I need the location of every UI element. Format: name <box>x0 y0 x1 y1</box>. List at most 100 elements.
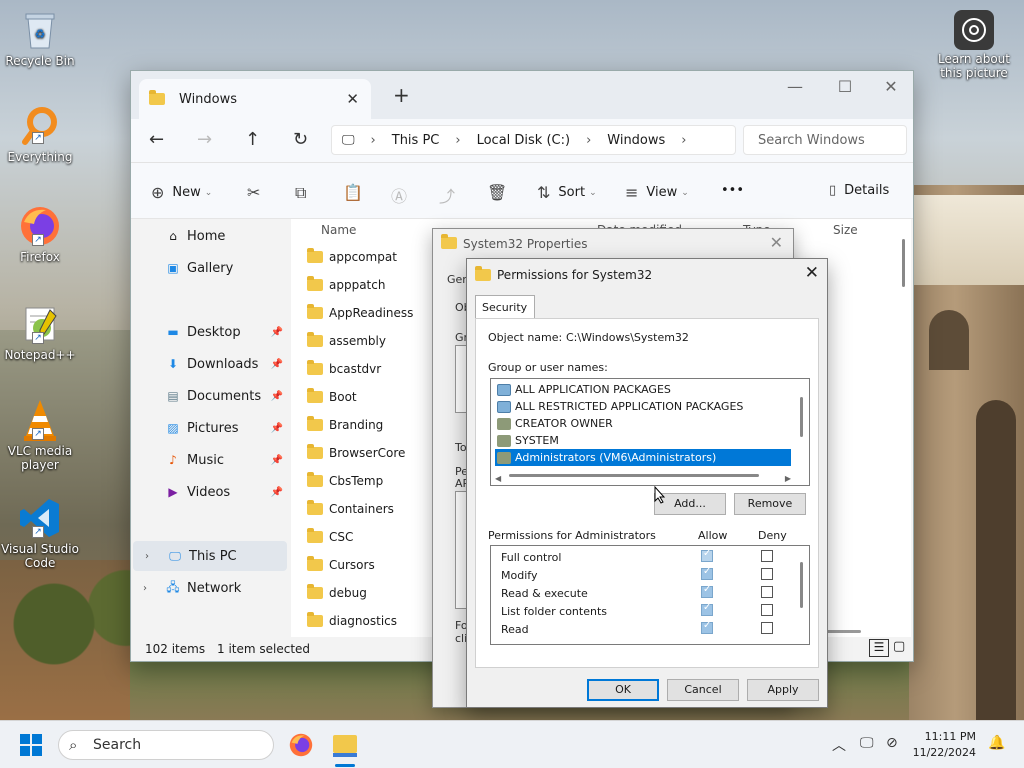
search-input[interactable]: Search Windows <box>743 125 907 155</box>
list-item[interactable]: assembly <box>307 327 386 355</box>
desktop-icon-vscode[interactable]: ↗ Visual Studio Code <box>0 496 80 570</box>
column-header-size[interactable]: Size <box>833 223 858 237</box>
list-item[interactable]: Containers <box>307 495 394 523</box>
sidebar-item-gallery[interactable]: ▣ Gallery <box>131 253 289 283</box>
close-window-button[interactable]: ✕ <box>871 77 911 96</box>
clock[interactable]: 11:11 PM 11/22/2024 <box>904 729 976 761</box>
cancel-button[interactable]: Cancel <box>667 679 739 701</box>
sidebar-item-desktop[interactable]: ▬ Desktop 📌 <box>131 317 289 347</box>
pin-icon[interactable]: 📌 <box>271 327 283 338</box>
network-status-icon[interactable]: ⊘ <box>886 735 898 751</box>
scroll-right-icon[interactable]: ▶ <box>785 474 791 483</box>
desktop-icon-recycle-bin[interactable]: ♻ Recycle Bin <box>0 8 80 68</box>
horizontal-scrollbar[interactable] <box>509 474 759 477</box>
list-item[interactable]: diagnostics <box>307 607 397 635</box>
sidebar-item-network[interactable]: › 🖧 Network <box>131 573 289 603</box>
details-button[interactable]: ▯ Details <box>829 183 889 198</box>
new-button[interactable]: ⊕ New ⌄ <box>151 183 212 202</box>
details-view-icon[interactable]: ☰ <box>869 639 889 657</box>
list-item[interactable]: Branding <box>307 411 383 439</box>
list-item[interactable]: CbsTemp <box>307 467 383 495</box>
deny-checkbox[interactable] <box>761 568 773 580</box>
refresh-button[interactable]: ↻ <box>293 129 308 150</box>
maximize-button[interactable]: ☐ <box>825 77 865 96</box>
list-item-selected[interactable]: Administrators (VM6\Administrators) <box>495 449 791 466</box>
pin-icon[interactable]: 📌 <box>271 423 283 434</box>
taskbar-search-input[interactable]: ⌕ Search <box>58 730 274 760</box>
column-header-name[interactable]: Name <box>321 223 356 237</box>
vertical-scrollbar[interactable] <box>800 562 803 608</box>
view-button[interactable]: ≡ View ⌄ <box>625 183 689 202</box>
sort-button[interactable]: ⇅ Sort ⌄ <box>537 183 597 202</box>
allow-checkbox[interactable] <box>701 620 713 634</box>
start-button[interactable] <box>20 734 42 759</box>
display-icon[interactable]: 🖵 <box>860 735 874 751</box>
forward-button[interactable]: → <box>197 129 212 150</box>
taskbar-file-explorer[interactable] <box>330 731 360 767</box>
chevron-right-icon[interactable]: › <box>143 583 147 594</box>
list-item[interactable]: bcastdvr <box>307 355 381 383</box>
back-button[interactable]: ← <box>149 129 164 150</box>
sidebar-item-pictures[interactable]: ▨ Pictures 📌 <box>131 413 289 443</box>
chevron-right-icon[interactable]: › <box>145 551 149 562</box>
close-icon[interactable]: ✕ <box>770 233 783 252</box>
list-item[interactable]: CREATOR OWNER <box>495 415 791 432</box>
deny-checkbox[interactable] <box>761 586 773 598</box>
sidebar-item-this-pc[interactable]: › 🖵 This PC <box>133 541 287 571</box>
pin-icon[interactable]: 📌 <box>271 487 283 498</box>
vertical-scrollbar[interactable] <box>902 239 905 287</box>
new-tab-button[interactable]: + <box>393 83 410 107</box>
deny-checkbox[interactable] <box>761 604 773 616</box>
breadcrumb-this-pc[interactable]: This PC <box>392 133 440 148</box>
taskbar-firefox[interactable] <box>288 732 314 761</box>
deny-checkbox[interactable] <box>761 550 773 562</box>
list-item[interactable]: CSC <box>307 523 353 551</box>
ok-button[interactable]: OK <box>587 679 659 701</box>
up-button[interactable]: ↑ <box>245 129 260 150</box>
vertical-scrollbar[interactable] <box>800 397 803 437</box>
allow-checkbox[interactable] <box>701 548 713 562</box>
scroll-left-icon[interactable]: ◀ <box>495 474 501 483</box>
close-tab-icon[interactable]: ✕ <box>346 90 359 108</box>
desktop-icon-everything[interactable]: ↗ Everything <box>0 104 80 164</box>
share-button[interactable]: ⤴ <box>439 183 463 207</box>
chevron-up-icon[interactable]: ︿ <box>832 735 846 755</box>
remove-button[interactable]: Remove <box>734 493 806 515</box>
allow-checkbox[interactable] <box>701 566 713 580</box>
list-item[interactable]: SYSTEM <box>495 432 791 449</box>
pin-icon[interactable]: 📌 <box>271 455 283 466</box>
list-item[interactable]: AppReadiness <box>307 299 413 327</box>
tab-windows[interactable]: Windows ✕ <box>139 79 371 119</box>
desktop-icon-vlc[interactable]: ↗ VLC media player <box>0 398 80 472</box>
breadcrumb[interactable]: 🖵 › This PC › Local Disk (C:) › Windows … <box>331 125 736 155</box>
list-item[interactable]: appcompat <box>307 243 397 271</box>
sidebar-item-home[interactable]: ⌂ Home <box>131 221 289 251</box>
list-item[interactable]: ALL APPLICATION PACKAGES <box>495 381 791 398</box>
sidebar-item-downloads[interactable]: ⬇ Downloads 📌 <box>131 349 289 379</box>
pin-icon[interactable]: 📌 <box>271 391 283 402</box>
list-item[interactable]: apppatch <box>307 271 385 299</box>
tab-security[interactable]: Security <box>475 295 535 319</box>
list-item[interactable]: BrowserCore <box>307 439 405 467</box>
close-icon[interactable]: ✕ <box>805 263 819 283</box>
breadcrumb-windows[interactable]: Windows <box>607 133 665 148</box>
list-item[interactable]: ALL RESTRICTED APPLICATION PACKAGES <box>495 398 791 415</box>
more-options-button[interactable]: ••• <box>721 183 744 198</box>
list-item[interactable]: debug <box>307 579 367 607</box>
rename-button[interactable]: Ⓐ <box>391 183 415 207</box>
tiles-view-icon[interactable]: ▢ <box>893 639 905 654</box>
list-item[interactable]: Boot <box>307 383 357 411</box>
list-item[interactable]: Cursors <box>307 551 375 579</box>
copy-button[interactable]: ⧉ <box>295 183 314 203</box>
desktop-icon-notepad-plus-plus[interactable]: ↗ Notepad++ <box>0 302 80 362</box>
learn-about-picture[interactable]: Learn about this picture <box>934 10 1014 80</box>
pin-icon[interactable]: 📌 <box>271 359 283 370</box>
sidebar-item-music[interactable]: ♪ Music 📌 <box>131 445 289 475</box>
breadcrumb-local-disk[interactable]: Local Disk (C:) <box>477 133 570 148</box>
sidebar-item-videos[interactable]: ▶ Videos 📌 <box>131 477 289 507</box>
allow-checkbox[interactable] <box>701 584 713 598</box>
cut-button[interactable]: ✂ <box>247 183 268 202</box>
bell-icon[interactable]: 🔔 <box>988 735 1005 751</box>
deny-checkbox[interactable] <box>761 622 773 634</box>
allow-checkbox[interactable] <box>701 602 713 616</box>
